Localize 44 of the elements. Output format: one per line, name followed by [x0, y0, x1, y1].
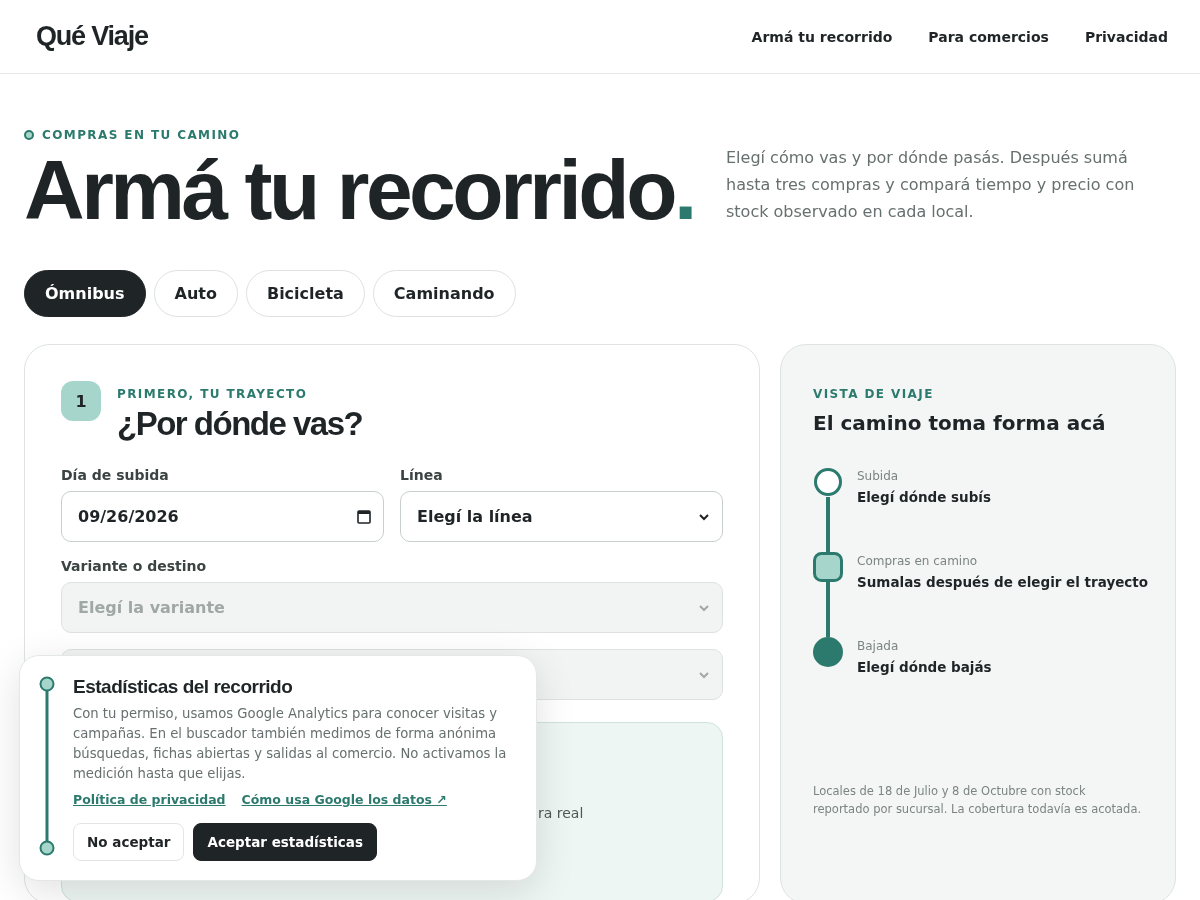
mode-tab[interactable]: Ómnibus — [24, 270, 146, 317]
consent-text: Con tu permiso, usamos Google Analytics para conocer visitas y campañas. En el buscador también medimos de forma anónima búsquedas, fichas abiertas y salidas al comercio. No activamos la medición hasta que elijas. — [73, 705, 508, 783]
decline-button[interactable]: No aceptar — [73, 823, 185, 861]
consent-link[interactable]: Política de privacidad — [73, 792, 226, 807]
mode-tab[interactable]: Caminando — [372, 270, 516, 317]
nav-link[interactable]: Armá tu recorrido — [751, 28, 893, 45]
dot-icon — [24, 130, 34, 140]
field-label: Línea — [400, 467, 444, 483]
nav-link[interactable]: Para comercios — [928, 28, 1049, 45]
square-marker-icon — [813, 552, 843, 582]
page-title: Armá tu recorrido. — [24, 148, 694, 232]
select-field[interactable]: Elegí la línea — [400, 491, 723, 542]
chevron-icon — [698, 512, 710, 521]
consent-title: Estadísticas del recorrido — [73, 676, 294, 698]
stop-text: Elegí dónde bajás — [857, 659, 992, 675]
date-field[interactable]: 09/26/2026 — [61, 491, 384, 542]
timeline-icon — [39, 676, 55, 856]
mode-tab[interactable]: Auto — [153, 270, 238, 317]
mode-tab[interactable]: Bicicleta — [245, 270, 365, 317]
calendar-icon — [357, 509, 371, 524]
preview-title: El camino toma forma acá — [813, 411, 1107, 435]
chevron-icon — [698, 603, 710, 612]
eyebrow-text: COMPRAS EN TU CAMINO — [42, 128, 241, 142]
field-label: Variante o destino — [61, 558, 208, 574]
section-eyebrow: PRIMERO, TU TRAYECTO — [117, 387, 309, 401]
step-number: 1 — [61, 381, 101, 421]
consent-link[interactable]: Cómo usa Google los datos ↗ — [241, 792, 447, 807]
intro-text: Elegí cómo vas y por dónde pasás. Después sumá hasta tres compras y compará tiempo y precio con stock observado en cada local. — [726, 147, 1136, 223]
ring-marker-icon — [813, 467, 843, 497]
dot-marker-icon — [813, 637, 843, 667]
stop-caption: Bajada — [857, 639, 900, 653]
stop-text: Sumalas después de elegir el trayecto — [857, 574, 1149, 590]
chevron-icon — [698, 670, 710, 679]
stop-caption: Subida — [857, 469, 900, 483]
section-title: ¿Por dónde vas? — [117, 405, 363, 443]
info-text: ra real — [538, 805, 584, 821]
field-label: Día de subida — [61, 467, 170, 483]
section-eyebrow: VISTA DE VIAJE — [813, 387, 935, 401]
accept-button[interactable]: Aceptar estadísticas — [193, 823, 377, 861]
stop-caption: Compras en camino — [857, 554, 979, 568]
stop-text: Elegí dónde subís — [857, 489, 992, 505]
nav-link[interactable]: Privacidad — [1084, 28, 1168, 45]
logo[interactable]: Qué Viaje — [36, 21, 148, 52]
footnote: Locales de 18 de Julio y 8 de Octubre con stock reportado por sucursal. La cobertura todavía es acotada. — [813, 783, 1143, 818]
